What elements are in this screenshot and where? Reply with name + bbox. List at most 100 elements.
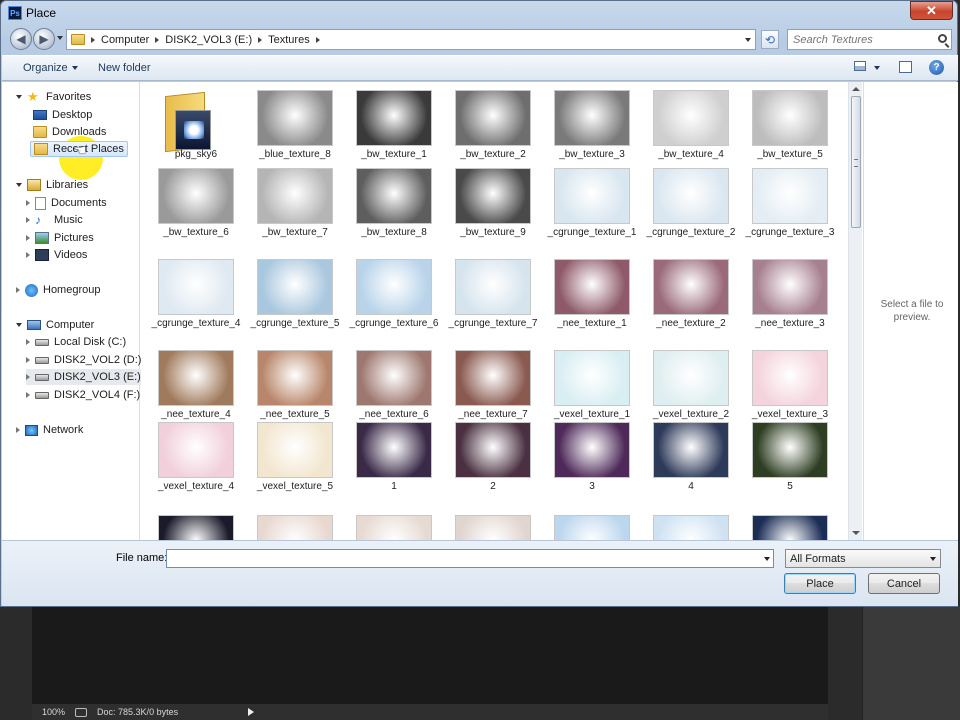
- navigation-pane[interactable]: ★ Favorites Desktop Downloads Recent Pla…: [2, 82, 141, 540]
- search-icon[interactable]: [938, 34, 947, 43]
- tree-pictures[interactable]: Pictures: [26, 230, 94, 246]
- status-menu-arrow-icon[interactable]: [248, 708, 255, 716]
- expand-icon[interactable]: [26, 392, 30, 398]
- proof-icon[interactable]: [75, 707, 88, 717]
- file-item[interactable]: _cgrunge_texture_3: [741, 162, 839, 252]
- new-folder-button[interactable]: New folder: [98, 62, 151, 74]
- file-item[interactable]: [543, 509, 641, 540]
- chevron-right-icon[interactable]: [155, 36, 160, 43]
- file-item[interactable]: _cgrunge_texture_6: [345, 253, 443, 343]
- file-item[interactable]: [147, 509, 245, 540]
- file-item[interactable]: pkg_sky6: [147, 84, 245, 174]
- file-item[interactable]: _nee_texture_3: [741, 253, 839, 343]
- file-item[interactable]: _bw_texture_2: [444, 84, 542, 174]
- expand-icon[interactable]: [26, 339, 30, 345]
- expand-icon[interactable]: [16, 427, 20, 433]
- breadcrumb-computer[interactable]: Computer: [101, 34, 149, 46]
- file-item[interactable]: _bw_texture_4: [642, 84, 740, 174]
- file-item[interactable]: _bw_texture_3: [543, 84, 641, 174]
- address-bar[interactable]: Computer DISK2_VOL3 (E:) Textures: [66, 29, 756, 50]
- tree-computer[interactable]: Computer: [16, 317, 94, 333]
- help-icon[interactable]: ?: [929, 60, 944, 75]
- forward-button[interactable]: ▶: [33, 28, 55, 50]
- file-item[interactable]: 5: [741, 416, 839, 506]
- scroll-down-icon[interactable]: [852, 531, 860, 535]
- search-box[interactable]: [787, 29, 952, 50]
- scroll-thumb[interactable]: [851, 96, 861, 228]
- chevron-right-icon[interactable]: [315, 36, 320, 43]
- file-item[interactable]: _cgrunge_texture_7: [444, 253, 542, 343]
- chevron-right-icon[interactable]: [91, 36, 95, 43]
- tree-disk-d[interactable]: DISK2_VOL2 (D:): [26, 352, 141, 368]
- expand-icon[interactable]: [26, 200, 30, 206]
- file-item[interactable]: _vexel_texture_4: [147, 416, 245, 506]
- file-item[interactable]: _bw_texture_9: [444, 162, 542, 252]
- chevron-right-icon[interactable]: [258, 36, 263, 43]
- file-item[interactable]: _cgrunge_texture_4: [147, 253, 245, 343]
- place-button[interactable]: Place: [784, 573, 856, 594]
- tree-homegroup[interactable]: Homegroup: [16, 282, 100, 298]
- file-item[interactable]: _bw_texture_8: [345, 162, 443, 252]
- scroll-up-icon[interactable]: [852, 87, 860, 91]
- documents-icon: [35, 196, 46, 210]
- file-name-input[interactable]: [166, 549, 774, 568]
- view-options-dropdown-icon[interactable]: [874, 66, 880, 70]
- address-dropdown-icon[interactable]: [745, 38, 751, 42]
- tree-disk-f[interactable]: DISK2_VOL4 (F:): [26, 387, 140, 403]
- file-item[interactable]: _blue_texture_8: [246, 84, 344, 174]
- format-select[interactable]: All Formats: [785, 549, 941, 568]
- refresh-button[interactable]: ⟲: [761, 30, 779, 49]
- tree-music[interactable]: ♪ Music: [26, 212, 83, 228]
- file-item[interactable]: 2: [444, 416, 542, 506]
- expand-icon[interactable]: [26, 235, 30, 241]
- tree-disk-e[interactable]: DISK2_VOL3 (E:): [26, 369, 141, 385]
- file-thumbnail: [158, 350, 234, 406]
- expand-icon[interactable]: [26, 374, 30, 380]
- file-item[interactable]: [444, 509, 542, 540]
- tree-desktop[interactable]: Desktop: [33, 107, 92, 123]
- tree-videos[interactable]: Videos: [26, 247, 87, 263]
- preview-pane-icon[interactable]: [899, 61, 912, 73]
- breadcrumb-textures[interactable]: Textures: [268, 34, 310, 46]
- tree-local-disk[interactable]: Local Disk (C:): [26, 334, 126, 350]
- file-item[interactable]: [246, 509, 344, 540]
- file-item[interactable]: [642, 509, 740, 540]
- cancel-button[interactable]: Cancel: [868, 573, 940, 594]
- file-item[interactable]: 3: [543, 416, 641, 506]
- file-item[interactable]: _bw_texture_1: [345, 84, 443, 174]
- tree-libraries[interactable]: Libraries: [16, 177, 88, 193]
- file-name-dropdown-icon[interactable]: [764, 557, 770, 561]
- file-item[interactable]: 4: [642, 416, 740, 506]
- back-button[interactable]: ◀: [10, 28, 32, 50]
- file-item[interactable]: _nee_texture_2: [642, 253, 740, 343]
- file-item[interactable]: _cgrunge_texture_2: [642, 162, 740, 252]
- file-item[interactable]: _bw_texture_6: [147, 162, 245, 252]
- file-item[interactable]: 1: [345, 416, 443, 506]
- expand-icon[interactable]: [26, 252, 30, 258]
- search-input[interactable]: [793, 33, 933, 46]
- expand-icon[interactable]: [16, 95, 22, 99]
- expand-icon[interactable]: [26, 357, 30, 363]
- file-list[interactable]: pkg_sky6 _blue_texture_8 _bw_texture_1 _bw_…: [147, 82, 847, 540]
- file-item[interactable]: _bw_texture_7: [246, 162, 344, 252]
- recent-pages-dropdown[interactable]: [57, 36, 63, 40]
- breadcrumb-disk[interactable]: DISK2_VOL3 (E:): [165, 34, 252, 46]
- file-item[interactable]: _nee_texture_1: [543, 253, 641, 343]
- tree-favorites[interactable]: ★ Favorites: [16, 89, 91, 105]
- file-item[interactable]: _vexel_texture_5: [246, 416, 344, 506]
- file-item[interactable]: _bw_texture_5: [741, 84, 839, 174]
- change-view-icon[interactable]: [854, 61, 866, 71]
- organize-button[interactable]: Organize: [23, 62, 78, 74]
- expand-icon[interactable]: [16, 287, 20, 293]
- file-item[interactable]: _cgrunge_texture_5: [246, 253, 344, 343]
- tree-network[interactable]: Network: [16, 422, 83, 438]
- expand-icon[interactable]: [16, 323, 22, 327]
- close-button[interactable]: ✕: [910, 1, 953, 20]
- expand-icon[interactable]: [16, 183, 22, 187]
- file-item[interactable]: [741, 509, 839, 540]
- expand-icon[interactable]: [26, 217, 30, 223]
- file-item[interactable]: _cgrunge_texture_1: [543, 162, 641, 252]
- file-item[interactable]: [345, 509, 443, 540]
- tree-documents[interactable]: Documents: [26, 195, 107, 211]
- vertical-scrollbar[interactable]: [848, 82, 862, 540]
